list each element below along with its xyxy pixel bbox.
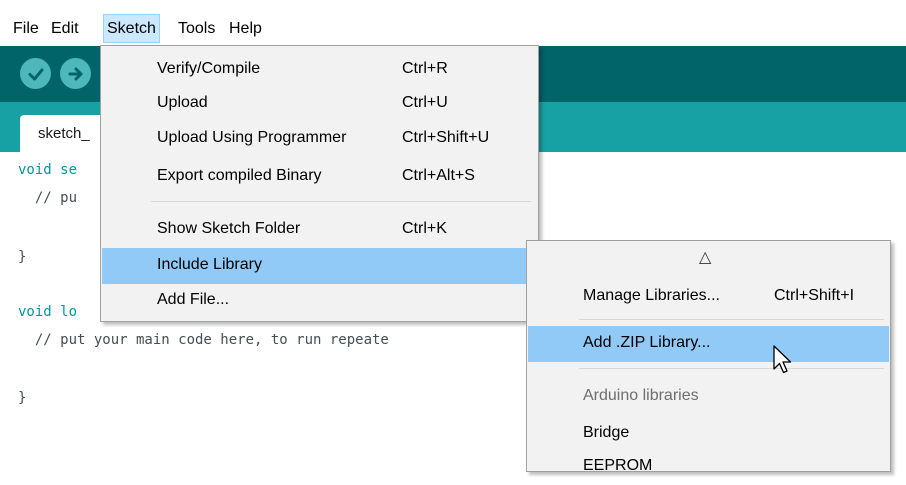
menu-item-add-file[interactable]: Add File...	[102, 283, 537, 319]
menu-item-shortcut: Ctrl+Shift+I	[774, 287, 855, 304]
menu-item-verify-compile[interactable]: Verify/Compile Ctrl+R	[102, 52, 537, 88]
menu-item-label: Include Library	[157, 256, 262, 273]
right-arrow-icon	[68, 67, 82, 80]
code-text: }	[18, 249, 27, 265]
code-line: void se	[18, 162, 77, 178]
menu-item-eeprom[interactable]: EEPROM	[528, 449, 889, 485]
menu-item-label: Upload	[157, 94, 208, 111]
menu-file[interactable]: File	[10, 15, 42, 42]
menu-item-label: Manage Libraries...	[583, 287, 720, 304]
code-text: // put your main code here, to run repea…	[18, 332, 389, 348]
menu-item-shortcut: Ctrl+K	[402, 220, 447, 237]
menu-item-show-sketch-folder[interactable]: Show Sketch Folder Ctrl+K	[102, 212, 537, 248]
menu-item-manage-libraries[interactable]: Manage Libraries... Ctrl+Shift+I	[528, 279, 889, 315]
menu-help[interactable]: Help	[226, 15, 265, 42]
menu-item-shortcut: Ctrl+R	[402, 60, 448, 77]
menu-item-shortcut: Ctrl+U	[402, 94, 448, 111]
menu-tools[interactable]: Tools	[175, 15, 218, 42]
menu-item-label: Add .ZIP Library...	[583, 334, 711, 351]
menu-edit[interactable]: Edit	[48, 15, 82, 42]
sketch-dropdown-menu: Verify/Compile Ctrl+R Upload Ctrl+U Uplo…	[100, 45, 539, 322]
menu-separator	[579, 319, 884, 320]
include-library-submenu: △ Manage Libraries... Ctrl+Shift+I Add .…	[526, 240, 891, 474]
menu-item-shortcut: Ctrl+Alt+S	[402, 167, 475, 184]
code-line: }	[18, 390, 26, 406]
menu-item-upload-using-programmer[interactable]: Upload Using Programmer Ctrl+Shift+U	[102, 121, 537, 157]
checkmark-icon	[28, 68, 43, 80]
scroll-up-icon[interactable]: △	[699, 247, 711, 267]
code-line: // put your main code here, to run repea…	[18, 332, 389, 348]
menubar: File Edit Sketch Tools Help	[0, 0, 906, 46]
menu-item-label: Add File...	[157, 291, 230, 308]
menu-item-label: Show Sketch Folder	[157, 220, 301, 237]
menu-item-label: Bridge	[583, 424, 630, 441]
menu-item-upload[interactable]: Upload Ctrl+U	[102, 86, 537, 122]
menu-item-shortcut: Ctrl+Shift+U	[402, 129, 490, 146]
menu-item-export-compiled-binary[interactable]: Export compiled Binary Ctrl+Alt+S	[102, 159, 537, 195]
menu-item-include-library[interactable]: Include Library ›	[102, 248, 537, 284]
menu-separator	[151, 201, 531, 202]
menu-item-label: Verify/Compile	[157, 60, 261, 77]
menu-item-bridge[interactable]: Bridge	[528, 416, 889, 452]
verify-button[interactable]	[20, 58, 51, 89]
menu-header-arduino-libraries: Arduino libraries	[528, 379, 889, 415]
menu-item-label: EEPROM	[583, 457, 653, 474]
code-line: }	[18, 249, 26, 265]
menu-sketch[interactable]: Sketch	[103, 14, 160, 43]
mouse-cursor-icon	[773, 345, 793, 380]
code-line: void lo	[18, 304, 77, 320]
code-line: // pu	[18, 190, 77, 206]
upload-button[interactable]	[60, 58, 91, 89]
menu-separator	[579, 368, 884, 369]
code-text: void se	[18, 162, 78, 178]
code-text: // pu	[18, 190, 78, 206]
menu-item-label: Upload Using Programmer	[157, 129, 347, 146]
menu-item-label: Arduino libraries	[583, 387, 699, 404]
code-text: void lo	[18, 304, 78, 320]
code-text: }	[18, 390, 27, 406]
menu-item-label: Export compiled Binary	[157, 167, 322, 184]
menu-item-add-zip-library[interactable]: Add .ZIP Library...	[528, 326, 889, 362]
